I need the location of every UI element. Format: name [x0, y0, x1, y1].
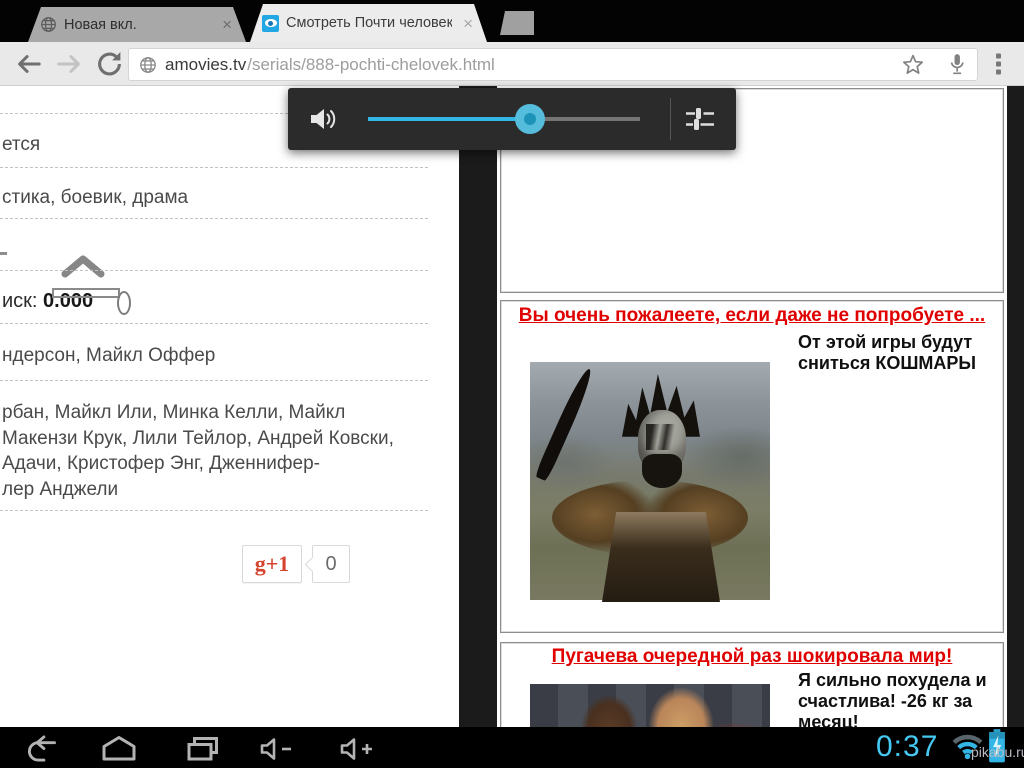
ad-text-line: Я сильно похудела и [798, 670, 987, 691]
new-tab-button[interactable] [500, 11, 534, 35]
ad-block-game[interactable]: Вы очень пожалеете, если даже не попробу… [500, 300, 1004, 633]
dashed-divider [0, 380, 428, 381]
ad-image-skyrim-character[interactable] [530, 362, 770, 600]
refresh-icon[interactable] [96, 50, 123, 77]
rating-bar-artifact [52, 288, 120, 298]
pikabu-watermark: pikabu.ru [971, 744, 1024, 760]
actors-line: Макензи Крук, Лили Тейлор, Андрей Ковски… [2, 426, 394, 452]
browser-toolbar: amovies.tv/serials/888-pochti-chelovek.h… [0, 42, 1024, 86]
voice-search-mic-icon[interactable] [947, 52, 967, 78]
divider [670, 98, 671, 140]
google-plus-one-button[interactable]: g+1 [242, 545, 302, 583]
movie-info-panel: ется стика, боевик, драма иск: 0.000 нде… [0, 86, 459, 727]
skyrim-torso-shape [602, 512, 720, 602]
url-path: /serials/888-pochti-chelovek.html [247, 55, 893, 75]
ad-image-women[interactable] [530, 684, 770, 727]
menu-icon[interactable] [996, 53, 1001, 74]
producers-line: ндерсон, Майкл Оффер [2, 345, 215, 367]
web-page: ется стика, боевик, драма иск: 0.000 нде… [0, 86, 1024, 727]
ad-block-diet[interactable]: Пугачева очередной раз шокировала мир! Я… [500, 642, 1004, 727]
dashed-divider [0, 167, 428, 168]
volume-slider-fill [368, 117, 529, 121]
nav-home-icon[interactable] [100, 735, 138, 761]
speaker-icon [308, 104, 340, 134]
dashed-divider [0, 270, 428, 271]
ads-column: Вы очень пожалеете, если даже не попробу… [497, 86, 1007, 727]
nav-volume-down-icon[interactable] [258, 735, 300, 763]
volume-overlay [288, 88, 736, 150]
tab-amovies[interactable]: Смотреть Почти человек × [250, 4, 487, 42]
site-favicon-eye-icon [262, 15, 279, 32]
forward-icon[interactable] [55, 50, 85, 78]
actors-line: Адачи, Кристофер Энг, Дженнифер- [2, 451, 394, 477]
globe-icon [40, 16, 57, 33]
chevron-up-widget-icon [60, 252, 106, 280]
close-icon[interactable]: × [459, 13, 477, 34]
ad-text-line: счастлива! -26 кг за [798, 691, 987, 712]
rating-label: иск: [2, 290, 37, 312]
status-clock: 0:37 [876, 730, 938, 764]
info-line-cut: ется [2, 134, 40, 156]
tab-title: Смотреть Почти человек [286, 15, 452, 31]
tab-title: Новая вкл. [64, 17, 211, 33]
rating-oval-artifact [117, 291, 131, 315]
close-icon[interactable]: × [218, 14, 236, 35]
genres-line: стика, боевик, драма [2, 187, 188, 209]
ad-text: Я сильно похудела и счастлива! -26 кг за… [798, 670, 987, 727]
skyrim-beard-shape [642, 454, 682, 488]
volume-slider-thumb[interactable] [515, 104, 545, 134]
actors-line: рбан, Майкл Или, Минка Келли, Майкл [2, 400, 394, 426]
volume-slider[interactable] [368, 117, 640, 121]
nav-recents-icon[interactable] [184, 735, 222, 761]
ad-text-line: месяц! [798, 712, 987, 727]
skyrim-antler-shape [534, 366, 596, 481]
ad-title[interactable]: Вы очень пожалеете, если даже не попробу… [501, 305, 1003, 327]
tablet-screen: Новая вкл. × Смотреть Почти человек × [0, 0, 1024, 768]
ad-text-line: сниться КОШМАРЫ [798, 353, 976, 374]
bookmark-star-icon[interactable] [901, 53, 925, 77]
nav-volume-up-icon[interactable] [338, 735, 382, 763]
tab-strip: Новая вкл. × Смотреть Почти человек × [0, 0, 1024, 42]
android-navbar: 0:37 [0, 727, 1024, 768]
ad-text: От этой игры будут сниться КОШМАРЫ [798, 332, 976, 374]
url-bar[interactable]: amovies.tv/serials/888-pochti-chelovek.h… [128, 48, 978, 81]
text-fragment [0, 252, 7, 255]
dashed-divider [0, 218, 428, 219]
url-host: amovies.tv [165, 55, 246, 75]
dashed-divider [0, 323, 428, 324]
dashed-divider [0, 510, 428, 511]
tab-new-tab[interactable]: Новая вкл. × [28, 7, 246, 42]
volume-settings-icon[interactable] [684, 105, 716, 133]
globe-icon [139, 56, 157, 74]
ad-text-line: От этой игры будут [798, 332, 976, 353]
google-plus-count[interactable]: 0 [312, 545, 350, 583]
ad-title[interactable]: Пугачева очередной раз шокировала мир! [501, 646, 1003, 668]
actors-line: лер Анджели [2, 477, 394, 503]
back-icon[interactable] [13, 50, 43, 78]
actors-list: рбан, Майкл Или, Минка Келли, Майкл Маке… [2, 400, 394, 502]
nav-back-icon[interactable] [23, 735, 59, 762]
